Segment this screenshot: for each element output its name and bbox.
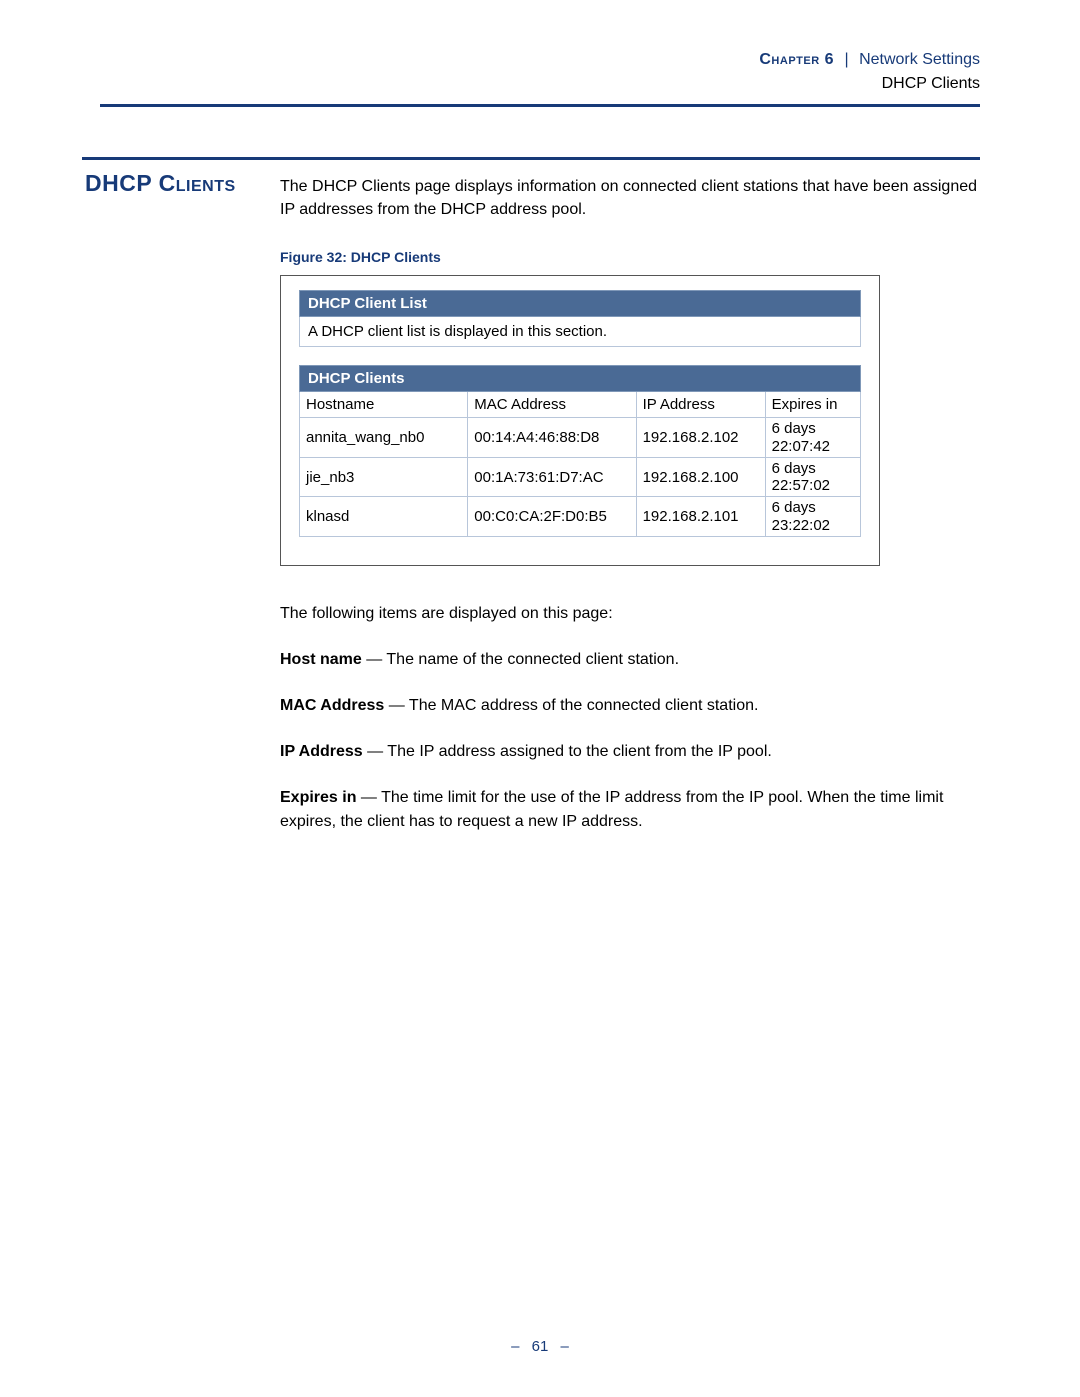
table-title: DHCP Clients — [300, 366, 861, 392]
panel-client-list-desc: A DHCP client list is displayed in this … — [299, 317, 861, 347]
header-divider: | — [844, 51, 848, 68]
table-row: jie_nb3 00:1A:73:61:D7:AC 192.168.2.100 … — [300, 457, 861, 497]
intro-paragraph: The DHCP Clients page displays informati… — [280, 175, 980, 221]
cell-expires: 6 days22:57:02 — [765, 457, 860, 497]
cell-expires: 6 days23:22:02 — [765, 497, 860, 537]
page-footer: – 61 – — [0, 1338, 1080, 1355]
definition-item: MAC Address — The MAC address of the con… — [280, 694, 980, 718]
screenshot-figure: DHCP Client List A DHCP client list is d… — [280, 275, 880, 566]
cell-ip: 192.168.2.102 — [636, 418, 765, 458]
page-header: Chapter 6 | Network Settings DHCP Client… — [100, 48, 980, 96]
cell-hostname: klnasd — [300, 497, 468, 537]
col-expires: Expires in — [765, 392, 860, 418]
definition-item: Host name — The name of the connected cl… — [280, 648, 980, 672]
chapter-label: Chapter 6 — [759, 51, 834, 68]
dhcp-clients-table: DHCP Clients Hostname MAC Address IP Add… — [299, 365, 861, 537]
term-mac: MAC Address — [280, 697, 384, 714]
figure-caption: Figure 32: DHCP Clients — [280, 249, 980, 265]
cell-mac: 00:1A:73:61:D7:AC — [468, 457, 636, 497]
term-ip: IP Address — [280, 743, 363, 760]
definition-item: Expires in — The time limit for the use … — [280, 786, 980, 834]
cell-ip: 192.168.2.100 — [636, 457, 765, 497]
table-row: annita_wang_nb0 00:14:A4:46:88:D8 192.16… — [300, 418, 861, 458]
term-expires: Expires in — [280, 789, 356, 806]
definition-item: IP Address — The IP address assigned to … — [280, 740, 980, 764]
col-ip: IP Address — [636, 392, 765, 418]
header-section: Network Settings — [859, 51, 980, 68]
post-intro: The following items are displayed on thi… — [280, 602, 980, 626]
term-hostname: Host name — [280, 651, 362, 668]
section-rule — [82, 157, 980, 160]
cell-expires: 6 days22:07:42 — [765, 418, 860, 458]
cell-hostname: annita_wang_nb0 — [300, 418, 468, 458]
col-mac: MAC Address — [468, 392, 636, 418]
cell-ip: 192.168.2.101 — [636, 497, 765, 537]
panel-client-list-header: DHCP Client List — [299, 290, 861, 317]
cell-hostname: jie_nb3 — [300, 457, 468, 497]
col-hostname: Hostname — [300, 392, 468, 418]
table-row: klnasd 00:C0:CA:2F:D0:B5 192.168.2.101 6… — [300, 497, 861, 537]
page-number: 61 — [532, 1338, 549, 1355]
cell-mac: 00:14:A4:46:88:D8 — [468, 418, 636, 458]
cell-mac: 00:C0:CA:2F:D0:B5 — [468, 497, 636, 537]
header-subsection: DHCP Clients — [882, 75, 980, 92]
